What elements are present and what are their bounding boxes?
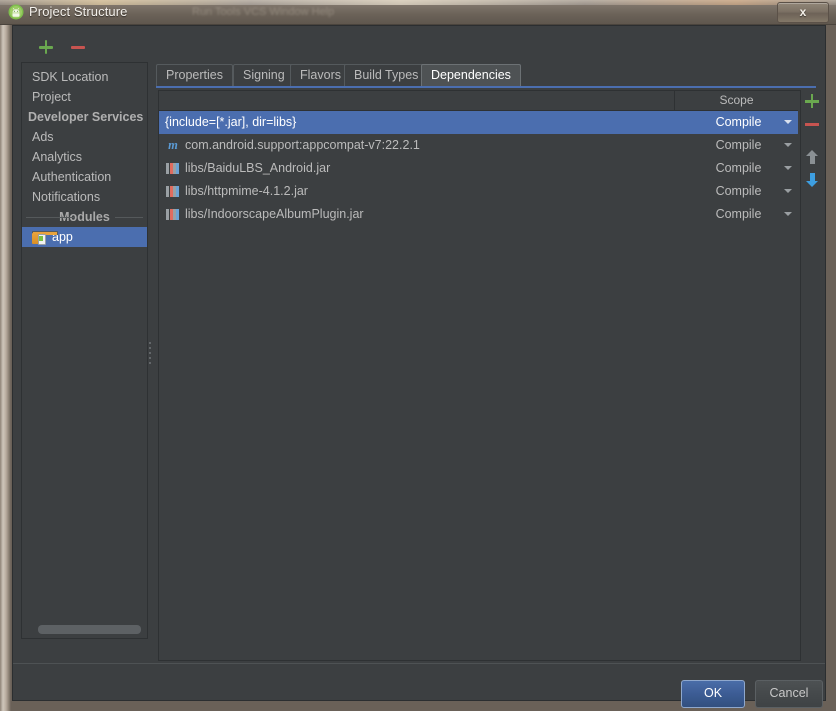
dependency-scope-cell[interactable]: Compile [675, 111, 800, 134]
window-title: Project Structure [29, 4, 128, 19]
chevron-down-icon[interactable] [784, 189, 792, 193]
sidebar-item-label: Authentication [32, 170, 112, 184]
chevron-down-icon[interactable] [784, 120, 792, 124]
dependency-name: {include=[*.jar], dir=libs} [165, 115, 297, 129]
dialog-content: SDK Location Project Developer Services … [13, 26, 825, 661]
chevron-down-icon[interactable] [784, 166, 792, 170]
table-row[interactable]: libs/httpmime-4.1.2.jar Compile [159, 180, 798, 203]
scope-value: Compile [715, 161, 762, 175]
sidebar-item-label: Notifications [32, 190, 101, 204]
sidebar-separator-modules: Modules [22, 207, 147, 227]
dependency-name-cell: m com.android.support:appcompat-v7:22.2.… [159, 134, 674, 157]
dependency-name: com.android.support:appcompat-v7:22.2.1 [185, 138, 420, 152]
scope-value: Compile [715, 207, 762, 221]
dependency-name-cell: {include=[*.jar], dir=libs} [159, 111, 674, 134]
arrow-up-icon [806, 150, 818, 164]
android-studio-icon [8, 4, 24, 20]
sidebar-item-project[interactable]: Project [22, 87, 147, 107]
sidebar-item-sdk-location[interactable]: SDK Location [22, 67, 147, 87]
table-row[interactable]: {include=[*.jar], dir=libs} Compile [159, 111, 798, 134]
tab-dependencies[interactable]: Dependencies [421, 64, 521, 87]
minus-icon [805, 123, 819, 126]
dependency-name-cell: libs/IndoorscapeAlbumPlugin.jar [159, 203, 674, 226]
sidebar-item-label: Analytics [32, 150, 83, 164]
footer-divider [13, 663, 825, 664]
sidebar-item-label: Project [32, 90, 71, 104]
dialog-body: SDK Location Project Developer Services … [12, 25, 826, 708]
chevron-down-icon[interactable] [784, 143, 792, 147]
move-up-button[interactable] [801, 145, 823, 168]
sidebar: SDK Location Project Developer Services … [21, 62, 148, 639]
library-icon [165, 207, 180, 222]
tab-label: Build Types [354, 68, 419, 82]
dependency-name-cell: libs/BaiduLBS_Android.jar [159, 157, 674, 180]
table-row[interactable]: libs/BaiduLBS_Android.jar Compile [159, 157, 798, 180]
tab-label: Properties [166, 68, 223, 82]
window-titlebar: Project Structure Run Tools VCS Window H… [0, 0, 836, 25]
column-header-scope[interactable]: Scope [675, 91, 798, 110]
remove-dependency-button[interactable] [801, 113, 823, 136]
tab-build-types[interactable]: Build Types [344, 64, 429, 87]
sidebar-item-authentication[interactable]: Authentication [22, 167, 147, 187]
tab-label: Dependencies [431, 68, 511, 82]
table-row[interactable]: libs/IndoorscapeAlbumPlugin.jar Compile [159, 203, 798, 226]
dependency-name: libs/httpmime-4.1.2.jar [185, 184, 308, 198]
sidebar-item-app[interactable]: app [22, 227, 147, 247]
table-row[interactable]: m com.android.support:appcompat-v7:22.2.… [159, 134, 798, 157]
tab-underline [156, 86, 816, 88]
tab-signing[interactable]: Signing [233, 64, 295, 87]
move-down-button[interactable] [801, 168, 823, 191]
scope-value: Compile [715, 184, 762, 198]
dependency-scope-cell[interactable]: Compile [675, 157, 800, 180]
tab-label: Signing [243, 68, 285, 82]
column-header-name[interactable] [159, 91, 675, 110]
dependencies-table: Scope {include=[*.jar], dir=libs} Compil… [158, 90, 801, 661]
android-module-icon [32, 231, 58, 245]
dependency-scope-cell[interactable]: Compile [675, 134, 800, 157]
dependency-scope-cell[interactable]: Compile [675, 203, 800, 226]
tab-properties[interactable]: Properties [156, 64, 233, 87]
sidebar-hscrollbar-track[interactable] [23, 624, 146, 637]
panel-splitter[interactable] [146, 62, 156, 637]
background-menubar-text: Run Tools VCS Window Help [192, 6, 335, 18]
project-structure-window: Project Structure Run Tools VCS Window H… [0, 0, 836, 711]
scope-value: Compile [715, 138, 762, 152]
sidebar-item-label: Ads [32, 130, 54, 144]
scope-value: Compile [715, 115, 762, 129]
sidebar-hscrollbar-thumb[interactable] [38, 625, 141, 634]
splitter-grip [149, 342, 152, 368]
sidebar-item-analytics[interactable]: Analytics [22, 147, 147, 167]
tab-bar: Properties Signing Flavors Build Types D… [156, 64, 816, 87]
sidebar-toolbar [21, 36, 141, 60]
sidebar-header-developer-services: Developer Services [22, 107, 147, 127]
dependency-name: libs/IndoorscapeAlbumPlugin.jar [185, 207, 364, 221]
library-icon [165, 184, 180, 199]
maven-icon: m [168, 138, 178, 152]
add-module-button[interactable] [35, 36, 57, 58]
dependency-name-cell: libs/httpmime-4.1.2.jar [159, 180, 674, 203]
arrow-down-icon [806, 173, 818, 187]
tab-flavors[interactable]: Flavors [290, 64, 351, 87]
sidebar-item-notifications[interactable]: Notifications [22, 187, 147, 207]
tab-label: Flavors [300, 68, 341, 82]
dependency-name: libs/BaiduLBS_Android.jar [185, 161, 331, 175]
chevron-down-icon[interactable] [784, 212, 792, 216]
dependency-actions-toolbar [801, 90, 823, 210]
sidebar-item-label: SDK Location [32, 70, 109, 84]
sidebar-header-label: Developer Services [28, 110, 144, 124]
cancel-button[interactable]: Cancel [755, 680, 823, 708]
close-button[interactable]: x [777, 2, 829, 23]
minus-icon [71, 46, 85, 49]
remove-module-button[interactable] [67, 36, 89, 58]
ok-button[interactable]: OK [681, 680, 745, 708]
table-header-row: Scope [159, 91, 798, 111]
add-dependency-button[interactable] [801, 90, 823, 113]
dependency-scope-cell[interactable]: Compile [675, 180, 800, 203]
sidebar-item-ads[interactable]: Ads [22, 127, 147, 147]
library-icon [165, 161, 180, 176]
